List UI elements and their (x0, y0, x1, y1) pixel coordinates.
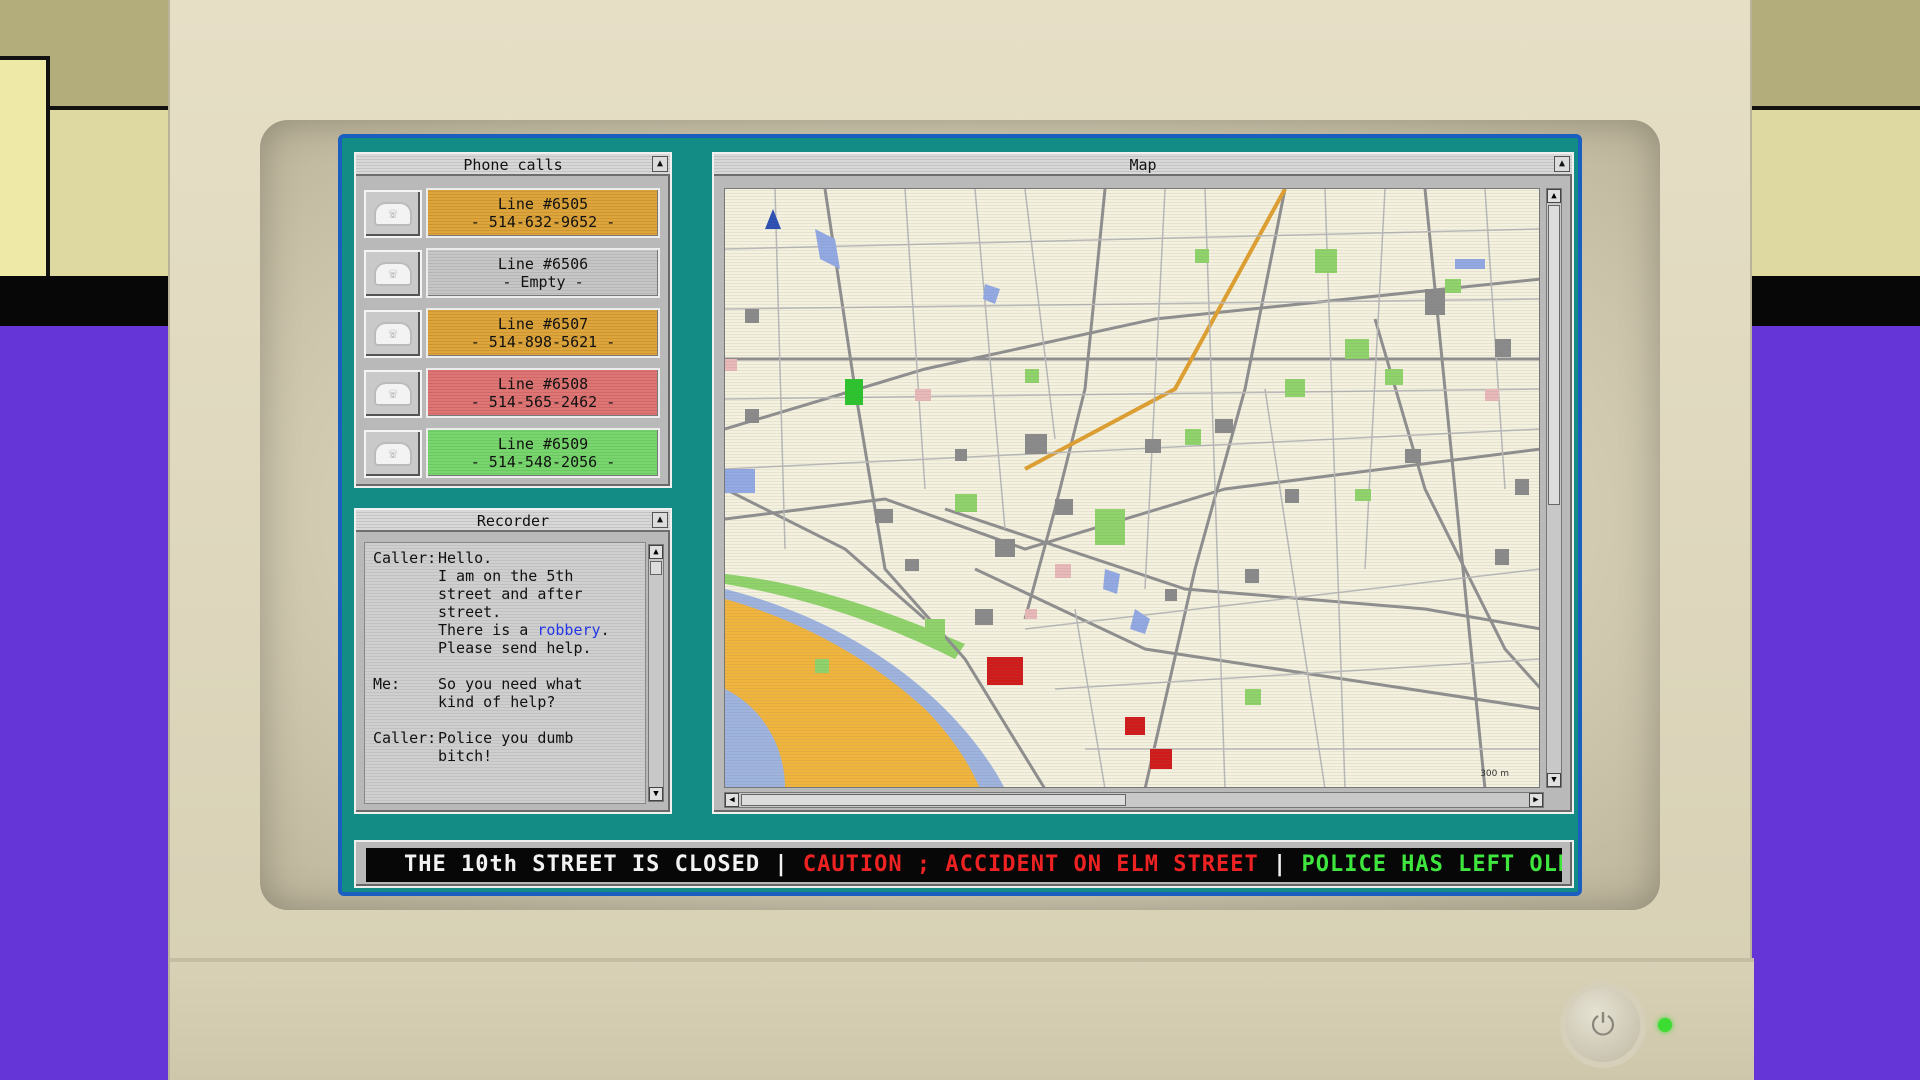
power-icon: ⏻ (1591, 1007, 1615, 1043)
recorder-title: Recorder (476, 512, 550, 530)
collapse-arrow-icon[interactable]: ▲ (652, 512, 668, 528)
answer-phone-button[interactable]: ☏ (364, 250, 422, 298)
call-line-label: Line #6505 (497, 195, 589, 213)
call-line-box[interactable]: Line #6507 - 514-898-5621 - (426, 308, 660, 358)
call-line-label: Line #6509 (497, 435, 589, 453)
scroll-right-icon[interactable]: ▶ (1529, 793, 1543, 807)
call-line-number: - 514-548-2056 - (470, 453, 616, 471)
city-map[interactable]: 300 m (724, 188, 1540, 788)
room-box (0, 56, 50, 276)
ticker-separator: | (1258, 852, 1302, 877)
call-line-label: Line #6506 (497, 255, 589, 273)
call-line-label: Line #6508 (497, 375, 589, 393)
call-line-number: - 514-632-9652 - (470, 213, 616, 231)
scroll-left-icon[interactable]: ◀ (725, 793, 739, 807)
phone-icon: ☏ (374, 382, 412, 406)
call-line-number: - 514-565-2462 - (470, 393, 616, 411)
screen: Phone calls ▲ ☏ Line #6505 - 514-632-965… (338, 134, 1582, 896)
transcript: Caller: Hello. I am on the 5th street an… (364, 542, 646, 804)
transcript-speaker: Caller: (373, 729, 437, 747)
ticker-item-closed: THE 10th STREET IS CLOSED | (404, 852, 803, 877)
call-line-row: ☏ Line #6509 - 514-548-2056 - (364, 428, 662, 478)
collapse-arrow-icon[interactable]: ▲ (652, 156, 668, 172)
transcript-text: Hello. I am on the 5th street and after … (438, 549, 637, 657)
call-line-box[interactable]: Line #6509 - 514-548-2056 - (426, 428, 660, 478)
recorder-title-bar: Recorder ▲ (356, 510, 670, 532)
news-ticker-frame: THE 10th STREET IS CLOSED | CAUTION ; AC… (354, 840, 1574, 888)
call-line-number: - Empty - (502, 273, 584, 291)
call-line-box[interactable]: Line #6508 - 514-565-2462 - (426, 368, 660, 418)
call-line-label: Line #6507 (497, 315, 589, 333)
transcript-text: So you need what kind of help? (438, 675, 583, 711)
phone-icon: ☏ (374, 262, 412, 286)
map-window: Map ▲ 300 m ▲ ▼ ◀ ▶ (712, 152, 1574, 814)
answer-phone-button[interactable]: ☏ (364, 370, 422, 418)
recorder-window: Recorder ▲ Caller: Hello. I am on the 5t… (354, 508, 672, 814)
transcript-entry: Me: So you need what kind of help? (373, 675, 637, 711)
transcript-speaker: Me: (373, 675, 401, 693)
news-ticker: THE 10th STREET IS CLOSED | CAUTION ; AC… (366, 848, 1562, 882)
call-line-box[interactable]: Line #6506 - Empty - (426, 248, 660, 298)
monitor-base (170, 962, 1754, 1080)
map-vertical-scrollbar[interactable]: ▲ ▼ (1546, 188, 1562, 788)
transcript-speaker: Caller: (373, 549, 437, 567)
map-graphic (725, 189, 1539, 787)
scroll-down-icon[interactable]: ▼ (1547, 773, 1561, 787)
call-line-row: ☏ Line #6505 - 514-632-9652 - (364, 188, 662, 238)
phone-icon: ☏ (374, 442, 412, 466)
transcript-text: Police you dumb bitch! (438, 729, 574, 765)
call-line-row: ☏ Line #6506 - Empty - (364, 248, 662, 298)
phone-icon: ☏ (374, 322, 412, 346)
phone-calls-title: Phone calls (463, 156, 563, 174)
transcript-entry: Caller: Police you dumb bitch! (373, 729, 637, 765)
answer-phone-button[interactable]: ☏ (364, 430, 422, 478)
phone-calls-window: Phone calls ▲ ☏ Line #6505 - 514-632-965… (354, 152, 672, 488)
map-horizontal-scrollbar[interactable]: ◀ ▶ (724, 792, 1544, 808)
collapse-arrow-icon[interactable]: ▲ (1554, 156, 1570, 172)
recorder-scrollbar[interactable]: ▲ ▼ (648, 544, 664, 802)
phone-calls-title-bar: Phone calls ▲ (356, 154, 670, 176)
scroll-up-icon[interactable]: ▲ (1547, 189, 1561, 203)
transcript-entry: Caller: Hello. I am on the 5th street an… (373, 549, 637, 657)
answer-phone-button[interactable]: ☏ (364, 310, 422, 358)
map-title-bar: Map ▲ (714, 154, 1572, 176)
phone-icon: ☏ (374, 202, 412, 226)
scrollbar-thumb[interactable] (741, 794, 1126, 806)
scrollbar-thumb[interactable] (1548, 205, 1560, 505)
call-line-box[interactable]: Line #6505 - 514-632-9652 - (426, 188, 660, 238)
map-title: Map (1129, 156, 1157, 174)
call-line-number: - 514-898-5621 - (470, 333, 616, 351)
power-button[interactable]: ⏻ (1566, 988, 1640, 1062)
map-scale-label: 300 m (1480, 769, 1509, 779)
answer-phone-button[interactable]: ☏ (364, 190, 422, 238)
call-line-row: ☏ Line #6508 - 514-565-2462 - (364, 368, 662, 418)
ticker-item-caution: CAUTION ; ACCIDENT ON ELM STREET (802, 852, 1259, 877)
ticker-item-police: POLICE HAS LEFT OLD STREET (1301, 852, 1562, 877)
scrollbar-thumb[interactable] (650, 561, 662, 575)
power-led (1658, 1018, 1672, 1032)
call-line-row: ☏ Line #6507 - 514-898-5621 - (364, 308, 662, 358)
scroll-up-icon[interactable]: ▲ (649, 545, 663, 559)
scroll-down-icon[interactable]: ▼ (649, 787, 663, 801)
keyword-robbery[interactable]: robbery (537, 621, 600, 639)
